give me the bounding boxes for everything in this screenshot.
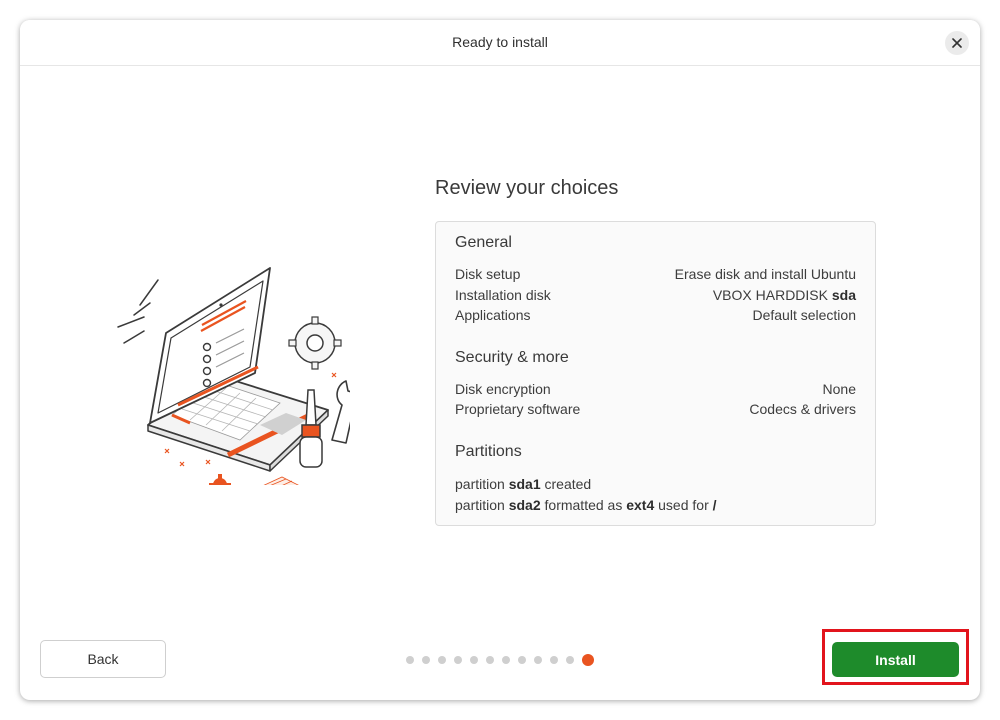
title-bar: Ready to install	[20, 20, 980, 66]
progress-dot	[486, 656, 494, 664]
row-proprietary-software: Proprietary software Codecs & drivers	[455, 401, 856, 421]
row-applications: Applications Default selection	[455, 307, 856, 327]
security-section-title: Security & more	[455, 349, 569, 366]
general-section-title: General	[455, 234, 512, 251]
row-label: Disk encryption	[455, 381, 551, 397]
progress-dots	[406, 654, 594, 666]
progress-dot	[438, 656, 446, 664]
row-value: VBOX HARDDISK sda	[713, 287, 856, 303]
mount-point: /	[712, 497, 717, 513]
progress-dot	[518, 656, 526, 664]
text: created	[540, 476, 592, 492]
text: partition	[455, 476, 509, 492]
filesystem: ext4	[626, 497, 655, 513]
row-value: Erase disk and install Ubuntu	[674, 266, 856, 282]
partition-name: sda1	[508, 476, 541, 492]
laptop-tools-illustration	[117, 267, 350, 485]
progress-dot	[470, 656, 478, 664]
window-title: Ready to install	[452, 34, 548, 50]
progress-dot-active	[582, 654, 594, 666]
text: formatted as	[540, 497, 627, 513]
partitions-section-title: Partitions	[455, 443, 522, 460]
progress-dot	[422, 656, 430, 664]
install-button[interactable]: Install	[832, 642, 959, 677]
row-value: None	[822, 381, 856, 397]
disk-device: sda	[831, 287, 856, 303]
back-button[interactable]: Back	[40, 640, 166, 678]
progress-dot	[502, 656, 510, 664]
text: partition	[455, 497, 509, 513]
close-icon	[952, 38, 962, 48]
summary-panel: General Disk setup Erase disk and instal…	[435, 221, 876, 526]
progress-dot	[534, 656, 542, 664]
close-button[interactable]	[945, 31, 969, 55]
progress-dot	[406, 656, 414, 664]
progress-dot	[566, 656, 574, 664]
row-value: Codecs & drivers	[749, 401, 856, 417]
text: used for	[654, 497, 713, 513]
row-installation-disk: Installation disk VBOX HARDDISK sda	[455, 287, 856, 307]
row-disk-encryption: Disk encryption None	[455, 381, 856, 401]
installer-window: Ready to install Review your choices Gen…	[20, 20, 980, 700]
progress-dot	[550, 656, 558, 664]
row-label: Installation disk	[455, 287, 551, 303]
partition-line-1: partition sda1 created	[455, 476, 591, 492]
row-label: Proprietary software	[455, 401, 581, 417]
progress-dot	[454, 656, 462, 664]
row-label: Disk setup	[455, 266, 521, 282]
row-disk-setup: Disk setup Erase disk and install Ubuntu	[455, 266, 856, 286]
row-value: Default selection	[752, 307, 856, 323]
row-label: Applications	[455, 307, 531, 323]
partition-line-2: partition sda2 formatted as ext4 used fo…	[455, 497, 717, 513]
disk-model: VBOX HARDDISK	[712, 287, 832, 303]
partition-name: sda2	[508, 497, 541, 513]
review-heading: Review your choices	[435, 177, 619, 199]
